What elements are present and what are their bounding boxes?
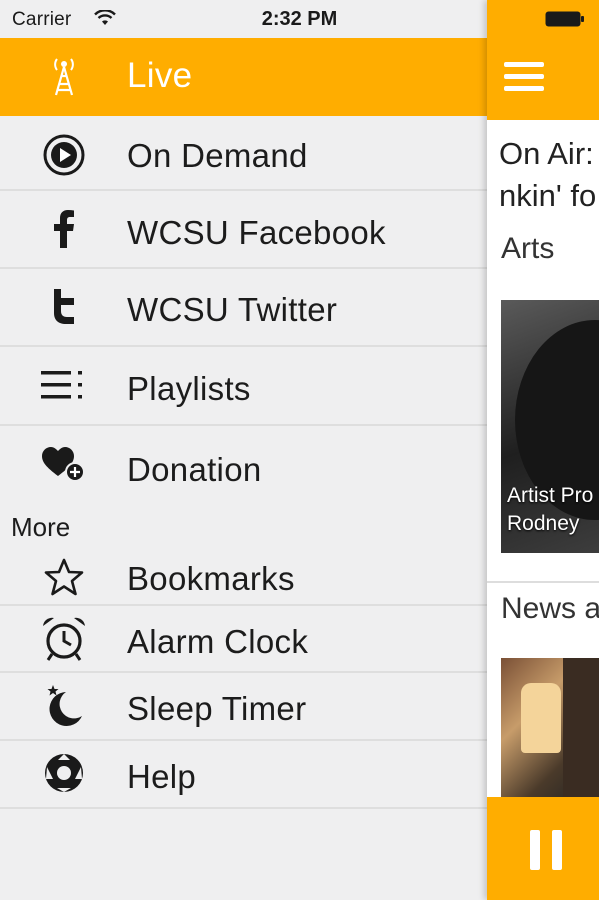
story-caption-line2: Rodney	[507, 512, 580, 535]
menu-item-facebook[interactable]: WCSU Facebook	[0, 191, 487, 269]
menu-item-live[interactable]: Live	[0, 38, 487, 116]
menu-item-help[interactable]: Help	[0, 741, 487, 807]
more-section-heading: More	[11, 512, 71, 542]
menu-item-label: Bookmarks	[127, 560, 295, 597]
play-circle-icon	[40, 130, 88, 180]
story-thumbnail	[521, 683, 561, 753]
menu-item-label: Alarm Clock	[127, 623, 309, 660]
menu-item-alarm-clock[interactable]: Alarm Clock	[0, 606, 487, 672]
menu-item-label: Help	[127, 758, 197, 795]
status-bar-right	[487, 0, 599, 38]
content-panel: On Air: nkin' fo Arts Artist Pro Rodney …	[487, 0, 599, 900]
twitter-icon	[40, 281, 88, 333]
on-air-text: On Air: nkin' fo	[499, 133, 596, 217]
star-icon	[40, 554, 88, 600]
heart-plus-icon	[40, 442, 88, 486]
pause-icon[interactable]	[530, 830, 562, 870]
menu-item-label: Donation	[127, 451, 262, 488]
on-air-line1: On Air:	[499, 136, 594, 171]
battery-icon	[545, 11, 584, 27]
menu-item-label: On Demand	[127, 137, 308, 174]
player-bar	[487, 797, 599, 900]
panel-header	[487, 38, 599, 120]
lifebuoy-icon	[40, 749, 88, 797]
menu-item-label: Playlists	[127, 370, 251, 407]
menu-item-donation[interactable]: Donation	[0, 426, 487, 504]
menu-item-label: Live	[127, 56, 193, 95]
menu-item-on-demand[interactable]: On Demand	[0, 116, 487, 194]
section-news-heading: News a	[501, 592, 599, 625]
menu-item-bookmarks[interactable]: Bookmarks	[0, 546, 487, 608]
hamburger-menu-icon[interactable]	[504, 62, 544, 92]
arts-story-card[interactable]: Artist Pro Rodney	[501, 300, 599, 553]
menu-item-playlists[interactable]: Playlists	[0, 347, 487, 425]
menu-item-label: WCSU Twitter	[127, 291, 338, 328]
alarm-clock-icon	[40, 614, 88, 664]
section-arts-heading: Arts	[501, 232, 555, 265]
on-air-line2: nkin' fo	[499, 178, 597, 213]
story-caption-line1: Artist Pro	[507, 484, 594, 507]
panel-divider	[487, 581, 599, 583]
story-caption: Artist Pro Rodney	[507, 482, 593, 538]
story-thumbnail	[563, 658, 599, 798]
list-icon	[40, 361, 88, 409]
menu-item-label: Sleep Timer	[127, 690, 307, 727]
news-story-card[interactable]	[501, 658, 599, 798]
antenna-icon	[40, 52, 88, 102]
menu-item-twitter[interactable]: WCSU Twitter	[0, 269, 487, 347]
moon-icon	[40, 681, 88, 729]
menu-item-label: WCSU Facebook	[127, 214, 386, 251]
menu-item-sleep-timer[interactable]: Sleep Timer	[0, 673, 487, 739]
facebook-icon	[40, 203, 88, 255]
menu-separator	[0, 807, 487, 809]
